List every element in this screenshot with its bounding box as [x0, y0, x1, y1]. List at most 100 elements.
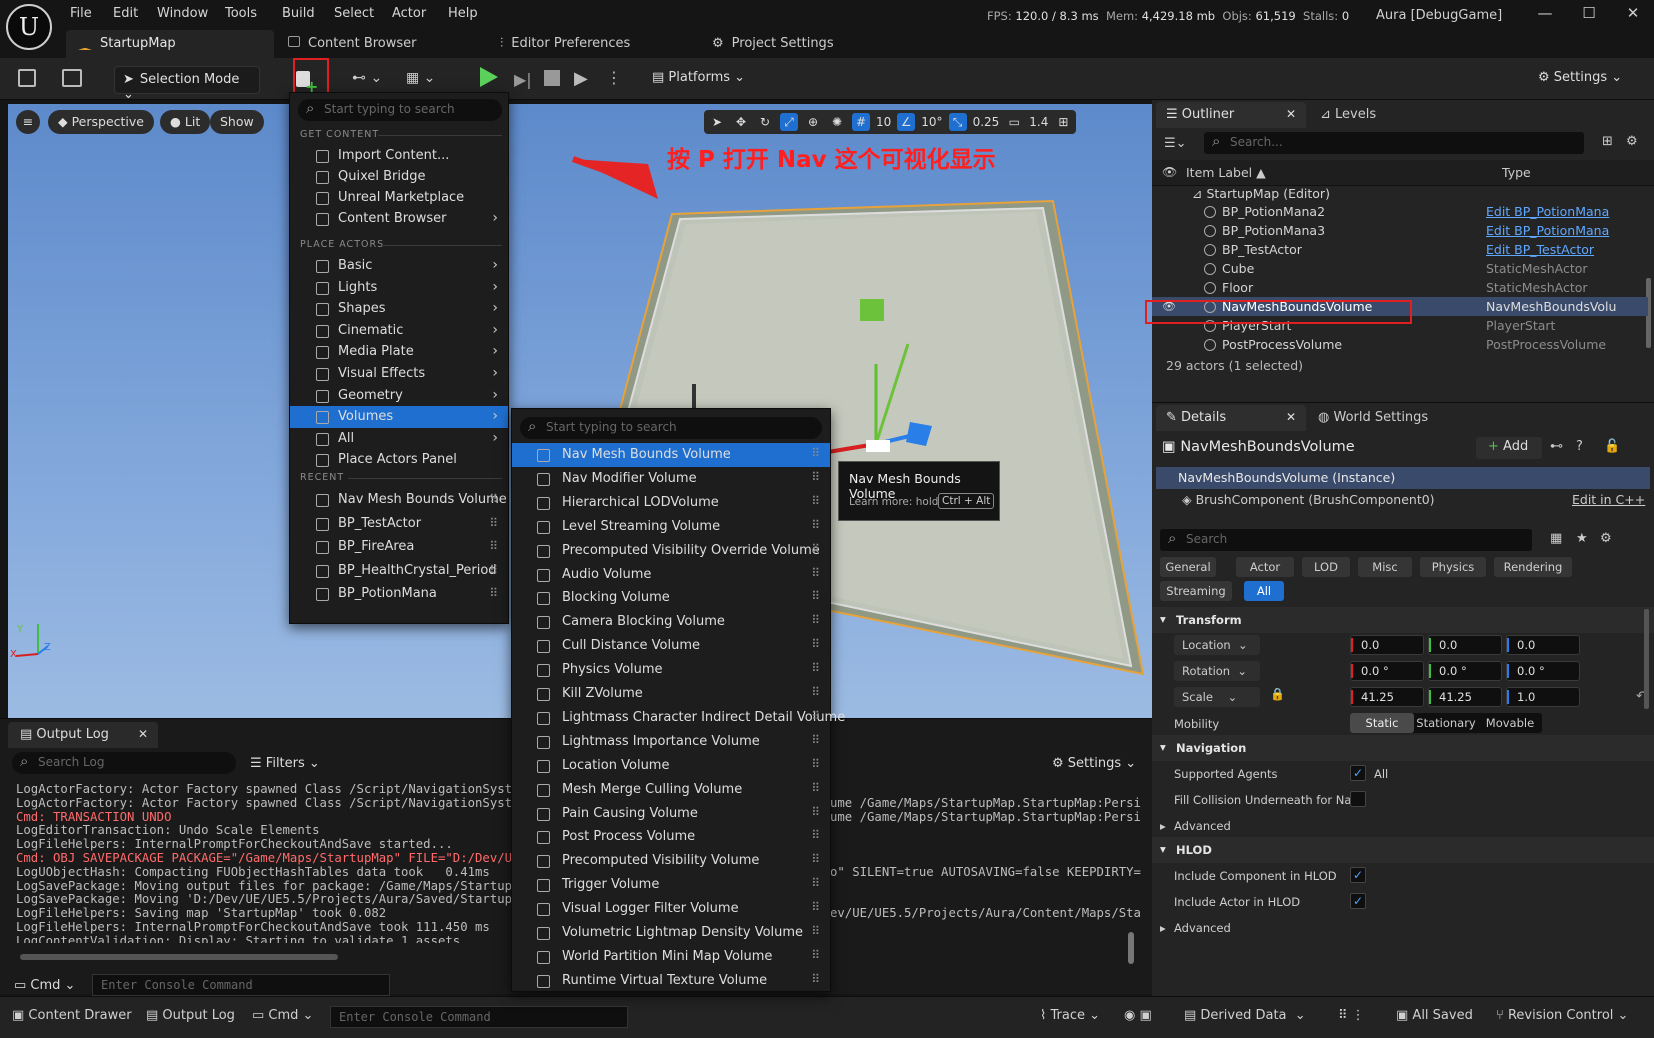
content-browser-icon[interactable] — [62, 69, 82, 87]
play-icon[interactable] — [480, 67, 498, 87]
col-item-label[interactable]: Item Label ▲ — [1186, 165, 1266, 180]
lit-button[interactable]: ● Lit — [160, 110, 211, 134]
place-search-input[interactable]: Start typing to search — [298, 99, 502, 121]
outliner-row-cube[interactable]: Cube StaticMeshActor — [1152, 259, 1648, 278]
volume-item-post-process-volume[interactable]: Post Process Volume ⠿ — [512, 825, 830, 849]
rotation-x-field[interactable]: 0.0 ° — [1350, 661, 1424, 681]
location-dropdown[interactable]: Location ⌄ — [1174, 635, 1260, 655]
scale-snap-value[interactable]: 0.25 — [973, 115, 1000, 129]
cmd-dropdown[interactable]: ▭ Cmd ⌄ — [14, 978, 75, 993]
scale-icon[interactable]: ⤢ — [780, 113, 798, 131]
outliner-row-type[interactable]: Edit BP_TestActor — [1486, 242, 1594, 257]
show-button[interactable]: Show — [210, 110, 264, 134]
eye-icon[interactable]: 👁 — [1162, 165, 1177, 179]
drag-handle-icon[interactable]: ⠿ — [811, 733, 820, 747]
close-icon[interactable]: ✕ — [1286, 107, 1296, 121]
mobility-movable[interactable]: Movable — [1478, 713, 1542, 733]
all-saved-button[interactable]: ▣ All Saved — [1396, 1008, 1473, 1023]
menu-item-volumes[interactable]: Volumes › — [290, 406, 508, 429]
details-scrollbar[interactable] — [1644, 609, 1649, 709]
hlod-advanced[interactable]: ▸ Advanced — [1160, 921, 1231, 935]
rotate-icon[interactable]: ↻ — [756, 113, 774, 131]
menu-item-geometry[interactable]: Geometry › — [290, 385, 508, 407]
drag-handle-icon[interactable]: ⠿ — [811, 613, 820, 627]
grid-view-icon[interactable]: ▦ — [1550, 531, 1562, 546]
volume-item-camera-blocking-volume[interactable]: Camera Blocking Volume ⠿ — [512, 610, 830, 634]
grid-snap-icon[interactable]: # — [852, 113, 870, 131]
volume-item-level-streaming-volume[interactable]: Level Streaming Volume ⠿ — [512, 515, 830, 539]
step-icon[interactable]: ▶| — [514, 70, 532, 89]
drag-handle-icon[interactable]: ⠿ — [811, 781, 820, 795]
scale-snap-icon[interactable]: ⤡ — [948, 113, 967, 131]
grid-dots-icon[interactable]: ⠿ ⋮ — [1338, 1008, 1365, 1023]
perspective-button[interactable]: ◆ Perspective — [48, 110, 154, 134]
drag-handle-icon[interactable]: ⠿ — [489, 586, 498, 600]
search-log-input[interactable]: Search Log — [12, 752, 236, 774]
lock-icon[interactable]: 🔒 — [1270, 687, 1285, 701]
drag-handle-icon[interactable]: ⠿ — [489, 539, 498, 553]
tab-startupmap[interactable]: StartupMap — [66, 30, 274, 58]
drag-handle-icon[interactable]: ⠿ — [489, 563, 498, 577]
scale-z-field[interactable]: 1.0 — [1506, 687, 1580, 707]
volumes-search-input[interactable]: Start typing to search — [520, 417, 822, 439]
menu-item-bp-firearea[interactable]: BP_FireArea ⠿ — [290, 536, 508, 558]
drag-handle-icon[interactable]: ⠿ — [811, 852, 820, 866]
filter-tab-all[interactable]: All — [1244, 581, 1284, 601]
volume-item-cull-distance-volume[interactable]: Cull Distance Volume ⠿ — [512, 634, 830, 658]
menu-edit[interactable]: Edit — [113, 6, 138, 21]
drag-handle-icon[interactable]: ⠿ — [811, 661, 820, 675]
rotation-y-field[interactable]: 0.0 ° — [1428, 661, 1502, 681]
derived-data-dropdown[interactable]: ▤ Derived Data ⌄ — [1184, 1008, 1306, 1023]
lock-icon[interactable]: 🔓 — [1604, 439, 1620, 454]
drag-handle-icon[interactable]: ⠿ — [811, 470, 820, 484]
mobility-static[interactable]: Static — [1350, 713, 1414, 733]
menu-select[interactable]: Select — [334, 6, 374, 21]
surface-snap-icon[interactable]: ✺ — [828, 113, 846, 131]
menu-item-media-plate[interactable]: Media Plate › — [290, 341, 508, 363]
outliner-search-input[interactable]: Search... — [1204, 132, 1584, 154]
unreal-logo[interactable]: U — [6, 4, 52, 50]
menu-window[interactable]: Window — [157, 6, 208, 21]
drag-handle-icon[interactable]: ⠿ — [811, 542, 820, 556]
cinematics-icon[interactable]: ▦ ⌄ — [406, 70, 435, 86]
viewport-layout-icon[interactable]: ⊞ — [1054, 113, 1072, 131]
outliner-row-bp-potionmana3[interactable]: BP_PotionMana3 Edit BP_PotionMana — [1152, 221, 1648, 240]
volume-item-pain-causing-volume[interactable]: Pain Causing Volume ⠿ — [512, 802, 830, 826]
volume-item-trigger-volume[interactable]: Trigger Volume ⠿ — [512, 873, 830, 897]
include-component-checkbox[interactable]: ✓ — [1350, 867, 1366, 883]
drag-handle-icon[interactable]: ⠿ — [811, 446, 820, 460]
launch-icon[interactable]: ▶ — [574, 68, 588, 89]
filter-tab-physics[interactable]: Physics — [1420, 557, 1486, 577]
drag-handle-icon[interactable]: ⠿ — [811, 637, 820, 651]
drag-handle-icon[interactable]: ⠿ — [811, 709, 820, 723]
volume-item-kill-zvolume[interactable]: Kill ZVolume ⠿ — [512, 682, 830, 706]
menu-file[interactable]: File — [70, 6, 92, 21]
menu-actor[interactable]: Actor — [392, 6, 426, 21]
add-component-button[interactable]: + Add — [1476, 437, 1542, 459]
drag-handle-icon[interactable]: ⠿ — [811, 876, 820, 890]
selection-mode-dropdown[interactable]: ➤ Selection Mode ⌄ — [114, 66, 260, 102]
drag-handle-icon[interactable]: ⠿ — [811, 757, 820, 771]
filter-tab-general[interactable]: General — [1160, 557, 1216, 577]
tab-output-log[interactable]: ▤ Output Log ✕ — [8, 722, 158, 748]
section-hlod[interactable]: ▾ HLOD — [1152, 837, 1654, 863]
more-options-icon[interactable]: ⋮ — [606, 68, 622, 87]
menu-item-visual-effects[interactable]: Visual Effects › — [290, 363, 508, 385]
blueprint-icon[interactable]: ⊷ ⌄ — [352, 70, 382, 86]
horizontal-scrollbar[interactable] — [20, 954, 338, 960]
tab-levels[interactable]: ⊿ Levels — [1320, 107, 1376, 122]
menu-build[interactable]: Build — [282, 6, 315, 21]
component-row[interactable]: ◈ BrushComponent (BrushComponent0) — [1182, 492, 1435, 507]
status-cmd-dropdown[interactable]: ▭ Cmd ⌄ — [252, 1008, 313, 1023]
console-command-input[interactable]: Enter Console Command — [92, 974, 390, 996]
tab-project-settings[interactable]: ⚙ Project Settings — [712, 36, 834, 51]
menu-help[interactable]: Help — [448, 6, 478, 21]
volume-item-precomputed-visibility-volume[interactable]: Precomputed Visibility Volume ⠿ — [512, 849, 830, 873]
fill-collision-checkbox[interactable] — [1350, 791, 1366, 807]
filter-tab-streaming[interactable]: Streaming — [1160, 581, 1232, 601]
tab-world-settings[interactable]: ◍ World Settings — [1318, 410, 1428, 425]
rotation-z-field[interactable]: 0.0 ° — [1506, 661, 1580, 681]
drag-handle-icon[interactable]: ⠿ — [811, 566, 820, 580]
outliner-row-postprocessvolume[interactable]: PostProcessVolume PostProcessVolume — [1152, 335, 1648, 354]
add-folder-icon[interactable]: ⊞ — [1602, 134, 1613, 149]
